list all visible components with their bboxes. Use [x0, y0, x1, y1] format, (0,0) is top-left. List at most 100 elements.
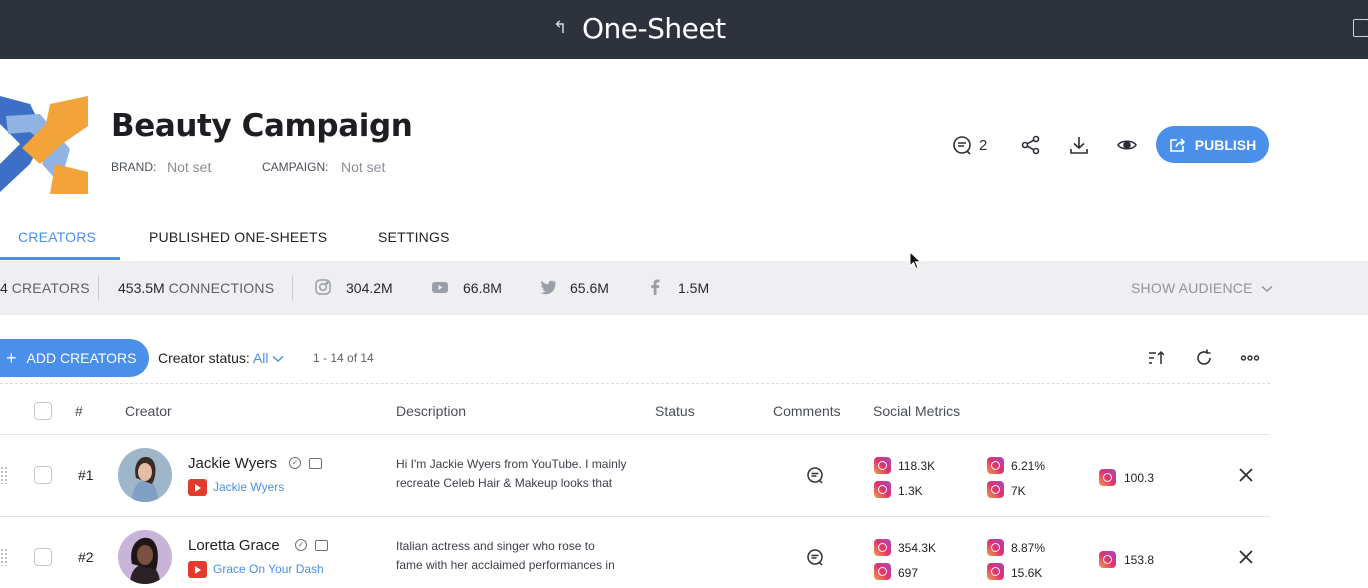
creator-name[interactable]: Loretta Grace: [188, 537, 280, 554]
share-icon[interactable]: [1020, 134, 1042, 156]
instagram-icon: [987, 481, 1004, 498]
youtube-icon: [188, 561, 207, 578]
copy-icon[interactable]: [309, 458, 322, 469]
instagram-icon: [315, 279, 331, 295]
row-divider: [0, 516, 1270, 517]
connections-stat: 453.5M CONNECTIONS: [118, 280, 275, 296]
comment-icon[interactable]: [806, 466, 824, 484]
row-number: #2: [78, 549, 94, 565]
row-number: #1: [78, 467, 94, 483]
publish-icon: [1169, 137, 1185, 152]
comment-icon[interactable]: [806, 548, 824, 566]
metric-engagement: 6.21%: [1011, 459, 1046, 473]
campaign-label: CAMPAIGN:: [262, 160, 329, 174]
metric-avg-likes: 1.3K: [898, 484, 923, 498]
column-header-status[interactable]: Status: [655, 403, 695, 419]
twitter-icon: [540, 280, 556, 295]
page-title: One-Sheet: [582, 12, 726, 45]
brand-value[interactable]: Not set: [167, 159, 211, 175]
tab-settings[interactable]: SETTINGS: [378, 229, 450, 245]
column-header-social-metrics: Social Metrics: [873, 403, 961, 419]
creator-description: Italian actress and singer who rose to f…: [396, 539, 615, 572]
sort-icon[interactable]: [1147, 348, 1167, 368]
creator-handle[interactable]: Jackie Wyers: [213, 480, 284, 494]
comment-count: 2: [979, 137, 988, 154]
stats-bar: 4 CREATORS 453.5M CONNECTIONS 304.2M 66.…: [0, 261, 1368, 315]
metric-followers: 118.3K: [898, 459, 936, 473]
creator-status-filter[interactable]: Creator status: All: [158, 350, 284, 366]
metric-followers: 354.3K: [898, 541, 937, 555]
facebook-icon: [651, 279, 660, 295]
back-icon[interactable]: ↰: [553, 18, 567, 38]
toolbar-divider: [0, 383, 1270, 384]
calendar-icon[interactable]: [1353, 19, 1368, 37]
tab-published-one-sheets[interactable]: PUBLISHED ONE-SHEETS: [149, 229, 327, 245]
metric-avg-likes: 697: [898, 566, 919, 580]
instagram-icon: [987, 457, 1004, 474]
instagram-icon: [987, 563, 1004, 580]
drag-handle-icon[interactable]: [0, 466, 8, 484]
youtube-icon: [432, 282, 448, 293]
column-header-creator[interactable]: Creator: [125, 403, 172, 419]
chevron-down-icon: [1261, 285, 1273, 293]
column-header-number: #: [75, 403, 83, 419]
eye-icon[interactable]: [1116, 134, 1138, 156]
tab-creators[interactable]: CREATORS: [18, 229, 96, 245]
youtube-stat: 66.8M: [463, 280, 502, 296]
pagination-range: 1 - 14 of 14: [313, 351, 374, 365]
select-all-checkbox[interactable]: [34, 402, 52, 420]
verified-icon: ✓: [289, 457, 301, 469]
creator-description: Hi I'm Jackie Wyers from YouTube. I main…: [396, 457, 627, 490]
instagram-icon: [874, 457, 891, 474]
campaign-title: Beauty Campaign: [111, 108, 413, 144]
download-icon[interactable]: [1068, 134, 1090, 156]
verified-icon: ✓: [295, 539, 307, 551]
publish-button[interactable]: PUBLISH: [1156, 126, 1269, 163]
stat-divider: [98, 276, 99, 300]
add-creators-button[interactable]: + ADD CREATORS: [0, 339, 149, 377]
active-tab-indicator: [0, 257, 120, 260]
instagram-icon: [874, 539, 891, 556]
more-options-icon[interactable]: [1240, 348, 1260, 368]
column-header-description: Description: [396, 403, 467, 419]
youtube-icon: [188, 479, 207, 496]
avatar[interactable]: [118, 448, 172, 502]
mouse-cursor-icon: [909, 251, 922, 270]
row-divider: [0, 434, 1270, 435]
instagram-icon: [874, 563, 891, 580]
instagram-icon: [1099, 551, 1116, 568]
facebook-stat: 1.5M: [678, 280, 710, 296]
campaign-logo: [0, 96, 88, 194]
refresh-icon[interactable]: [1194, 348, 1214, 368]
drag-handle-icon[interactable]: [0, 548, 8, 566]
brand-label: BRAND:: [111, 160, 157, 174]
remove-icon[interactable]: [1238, 549, 1254, 565]
show-audience-toggle[interactable]: SHOW AUDIENCE: [1131, 280, 1273, 296]
metric-score: 100.3: [1124, 471, 1155, 485]
campaign-value[interactable]: Not set: [341, 159, 385, 175]
instagram-stat: 304.2M: [346, 280, 393, 296]
comments-icon[interactable]: [951, 134, 973, 156]
metric-avg-comments: 15.6K: [1011, 566, 1043, 580]
row-checkbox[interactable]: [34, 466, 52, 484]
avatar[interactable]: [118, 530, 172, 584]
add-creators-label: ADD CREATORS: [26, 350, 137, 366]
instagram-icon: [987, 539, 1004, 556]
metric-score: 153.8: [1124, 553, 1155, 567]
publish-label: PUBLISH: [1194, 136, 1257, 153]
column-header-comments: Comments: [773, 403, 841, 419]
instagram-icon: [874, 481, 891, 498]
plus-icon: +: [6, 348, 17, 368]
row-checkbox[interactable]: [34, 548, 52, 566]
instagram-icon: [1099, 469, 1116, 486]
creator-handle[interactable]: Grace On Your Dash: [213, 562, 324, 576]
remove-icon[interactable]: [1238, 467, 1254, 483]
twitter-stat: 65.6M: [570, 280, 609, 296]
metric-avg-comments: 7K: [1011, 484, 1026, 498]
copy-icon[interactable]: [315, 540, 328, 551]
creator-name[interactable]: Jackie Wyers: [188, 455, 277, 472]
creators-stat: 4 CREATORS: [0, 280, 90, 296]
stat-divider: [292, 276, 293, 300]
chevron-down-icon: [272, 355, 284, 363]
top-bar: ↰ One-Sheet: [0, 0, 1368, 59]
